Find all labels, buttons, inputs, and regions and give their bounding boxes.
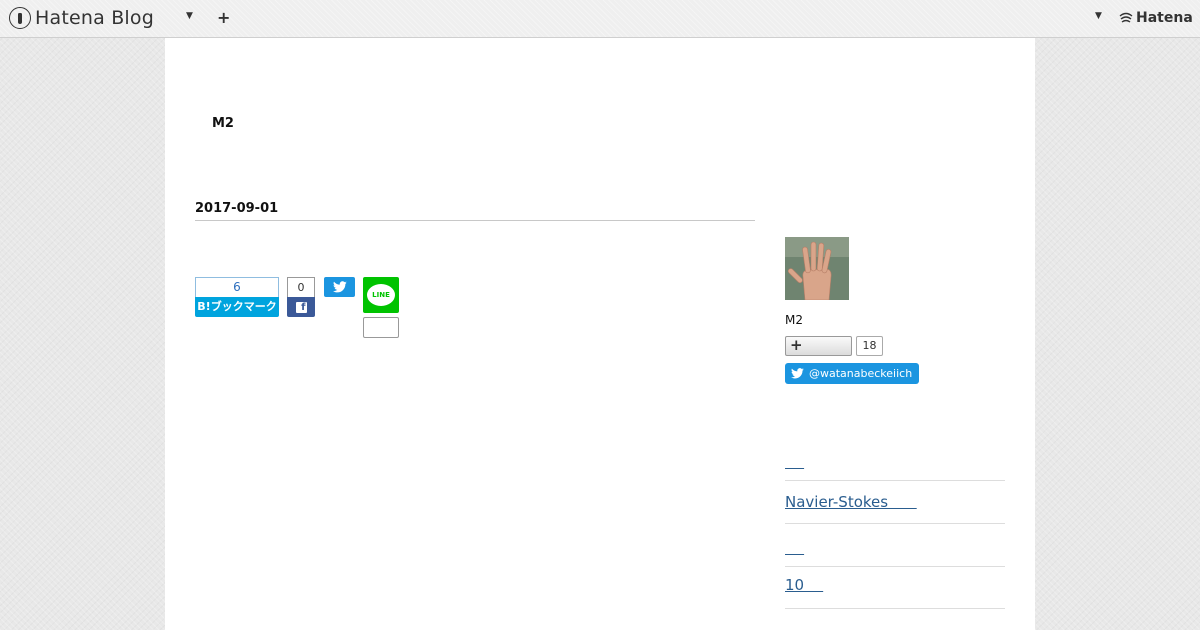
twitter-share-button[interactable] [324, 277, 355, 297]
hatena-logo-icon [1119, 12, 1133, 23]
list-item: Navier-Stokes [785, 481, 1005, 524]
caret-down-icon[interactable]: ▼ [186, 11, 193, 21]
twitter-handle: @watanabeckeiich [809, 367, 913, 380]
blog-title[interactable]: M2 [212, 116, 234, 131]
line-count-box [363, 317, 399, 338]
facebook-share-button[interactable]: 0 f [287, 277, 315, 317]
avatar-hand-photo [785, 237, 849, 300]
sidebar-link[interactable] [785, 539, 804, 557]
sidebar-link[interactable]: 10 [785, 576, 823, 594]
facebook-icon: f [287, 297, 315, 317]
hatena-bookmark-count[interactable]: 6 [195, 277, 279, 297]
hatena-bookmark-label: B!ブックマーク [195, 297, 279, 317]
sidebar-link[interactable] [785, 453, 804, 471]
follow-button[interactable]: + [785, 336, 852, 356]
follower-count[interactable]: 18 [856, 336, 883, 356]
sidebar-link[interactable]: Navier-Stokes [785, 493, 917, 511]
global-header: Hatena Blog ▼ + ▼ Hatena [0, 0, 1200, 38]
line-icon: LINE [367, 284, 395, 306]
page-container: M2 2017-09-01 6 B!ブックマーク 0 f LINE M2 + 1… [165, 38, 1035, 630]
avatar[interactable] [785, 237, 849, 300]
brand-text: Hatena Blog [35, 7, 154, 29]
line-share-button[interactable]: LINE [363, 277, 399, 313]
list-item [785, 440, 1005, 481]
plus-icon[interactable]: + [217, 8, 230, 27]
hatena-bookmark-button[interactable]: 6 B!ブックマーク [195, 277, 279, 317]
caret-down-icon[interactable]: ▼ [1095, 11, 1102, 21]
twitter-icon [332, 281, 347, 293]
list-item [785, 524, 1005, 567]
hatena-link[interactable]: Hatena [1119, 10, 1193, 26]
twitter-follow-button[interactable]: @watanabeckeiich [785, 363, 919, 384]
hatena-blog-logo[interactable]: Hatena Blog [9, 7, 154, 29]
entry-date[interactable]: 2017-09-01 [195, 201, 755, 221]
list-item: 10 [785, 567, 1005, 609]
twitter-icon [791, 368, 804, 379]
hatena-blog-logo-icon [9, 7, 31, 29]
sidebar-link-list: Navier-Stokes 10 [785, 440, 1005, 609]
facebook-count: 0 [287, 277, 315, 297]
profile-name[interactable]: M2 [785, 313, 803, 327]
hatena-label: Hatena [1136, 10, 1193, 26]
